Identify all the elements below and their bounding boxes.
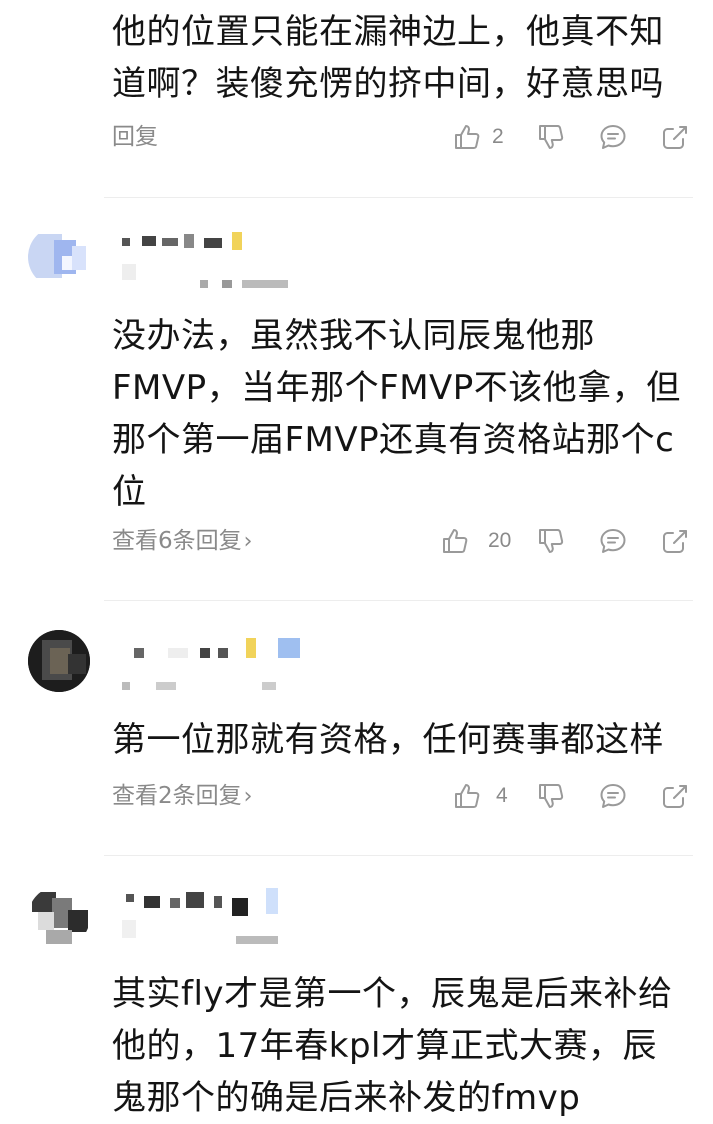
user-name-blurred[interactable] <box>112 886 312 956</box>
thumbs-up-icon <box>455 125 480 149</box>
user-name-blurred[interactable] <box>112 232 312 302</box>
dislike-button[interactable] <box>536 524 566 558</box>
comment-actions: 查看2条回复› 4 <box>112 777 692 817</box>
comment-bubble-icon <box>600 784 626 808</box>
avatar[interactable] <box>28 886 90 948</box>
view-replies-link[interactable]: 查看6条回复› <box>112 526 252 557</box>
thumbs-down-icon <box>539 125 564 149</box>
view-replies-link[interactable]: 查看2条回复› <box>112 781 252 812</box>
thumbs-down-icon <box>539 784 564 808</box>
comment-bubble-icon <box>600 125 626 149</box>
chevron-right-icon: › <box>243 784 253 809</box>
divider <box>104 600 693 601</box>
reply-label: 回复 <box>112 124 158 150</box>
comment-button[interactable] <box>598 779 628 813</box>
share-button[interactable] <box>660 524 690 558</box>
chevron-right-icon: › <box>243 529 253 554</box>
share-icon <box>663 785 687 808</box>
share-button[interactable] <box>660 120 690 154</box>
divider <box>104 855 693 856</box>
like-count: 20 <box>488 529 512 552</box>
comment-text: 没办法，虽然我不认同辰鬼他那FMVP，当年那个FMVP不该他拿，但那个第一届FM… <box>112 316 681 512</box>
thumbs-up-icon <box>455 784 480 808</box>
like-button[interactable]: 2 <box>452 120 504 154</box>
like-count: 4 <box>496 784 508 807</box>
thumbs-up-icon <box>443 529 468 553</box>
comment-actions: 查看6条回复› 20 <box>112 522 692 562</box>
comment-text: 其实fly才是第一个，辰鬼是后来补给他的，17年春kpl才算正式大赛，辰鬼那个的… <box>112 974 673 1118</box>
thumbs-down-icon <box>539 529 564 553</box>
share-icon <box>663 126 687 149</box>
view-replies-label: 查看2条回复 <box>112 783 242 809</box>
avatar[interactable] <box>28 630 90 692</box>
dislike-button[interactable] <box>536 120 566 154</box>
like-button[interactable]: 4 <box>452 779 508 813</box>
share-icon <box>663 530 687 553</box>
comment-button[interactable] <box>598 120 628 154</box>
comment-bubble-icon <box>600 529 626 553</box>
comment-text: 他的位置只能在漏神边上，他真不知道啊？装傻充愣的挤中间，好意思吗 <box>112 12 664 104</box>
dislike-button[interactable] <box>536 779 566 813</box>
view-replies-label: 查看6条回复 <box>112 528 242 554</box>
share-button[interactable] <box>660 779 690 813</box>
avatar[interactable] <box>28 226 90 288</box>
comment-actions: 回复 2 <box>112 118 692 158</box>
comment-button[interactable] <box>598 524 628 558</box>
user-name-blurred[interactable] <box>112 634 312 704</box>
like-button[interactable]: 20 <box>440 524 511 558</box>
divider <box>104 197 693 198</box>
reply-button[interactable]: 回复 <box>112 122 158 152</box>
comment-text: 第一位那就有资格，任何赛事都这样 <box>112 720 664 760</box>
like-count: 2 <box>492 125 504 148</box>
